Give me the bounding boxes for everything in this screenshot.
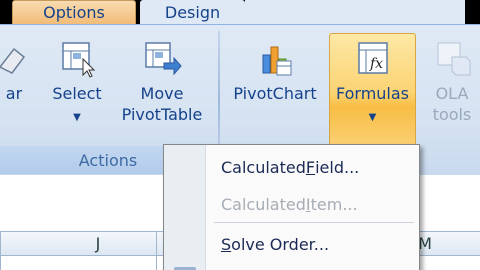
eraser-icon bbox=[0, 39, 34, 79]
move-pivottable-label-line2: PivotTable bbox=[121, 105, 203, 124]
olap-tools-label-line1: OLA bbox=[435, 84, 469, 103]
svg-text:fx: fx bbox=[369, 56, 383, 72]
chevron-down-icon: ▼ bbox=[368, 112, 377, 123]
column-divider bbox=[0, 231, 1, 270]
column-divider bbox=[156, 231, 157, 270]
olap-cube-icon bbox=[432, 39, 472, 79]
tab-options[interactable]: Options bbox=[12, 0, 136, 24]
menu-item-label: tem... bbox=[310, 194, 358, 214]
move-pivottable-button[interactable]: Move PivotTable bbox=[114, 39, 210, 125]
menu-item-solve-order[interactable]: Solve Order... bbox=[221, 231, 329, 257]
menu-icon-gutter bbox=[164, 145, 206, 270]
menu-separator bbox=[214, 222, 414, 223]
olap-tools-button[interactable]: OLA tools bbox=[420, 39, 480, 125]
select-button[interactable]: Select ▼ bbox=[44, 39, 110, 128]
menu-item-calculated-item[interactable]: Calculated Item... bbox=[221, 191, 358, 217]
menu-item-accelerator: F bbox=[305, 157, 316, 177]
select-table-icon bbox=[57, 39, 97, 79]
formulas-label: Formulas bbox=[335, 84, 410, 103]
formulas-icon: fx bbox=[353, 39, 393, 79]
olap-tools-label-line2: tools bbox=[432, 105, 472, 124]
pivotchart-icon bbox=[255, 39, 295, 79]
move-pivottable-icon bbox=[142, 39, 182, 79]
pivotchart-label: PivotChart bbox=[233, 84, 317, 103]
pivotchart-button[interactable]: PivotChart bbox=[228, 39, 322, 104]
tab-strip-background bbox=[245, 0, 465, 24]
clear-button-partial[interactable]: ar bbox=[0, 39, 34, 104]
select-button-label: Select bbox=[52, 84, 102, 103]
clear-button-label: ar bbox=[5, 84, 23, 103]
menu-item-label: ield... bbox=[315, 157, 360, 177]
column-header-j[interactable]: J bbox=[40, 231, 156, 256]
move-pivottable-label-line1: Move bbox=[140, 84, 184, 103]
menu-item-label: olve Order... bbox=[231, 234, 330, 254]
menu-item-accelerator: S bbox=[221, 234, 232, 254]
formulas-button[interactable]: fx Formulas ▼ bbox=[329, 39, 416, 128]
tab-design[interactable]: Design bbox=[140, 0, 245, 24]
ribbon-tab-strip: Options Design bbox=[0, 0, 480, 24]
formulas-dropdown-menu: Calculated Field... Calculated Item... S… bbox=[163, 144, 420, 270]
menu-item-label: Calculated bbox=[221, 194, 306, 214]
chevron-down-icon: ▼ bbox=[73, 112, 81, 123]
menu-item-label: Calculated bbox=[221, 157, 306, 177]
menu-item-calculated-field[interactable]: Calculated Field... bbox=[221, 154, 359, 180]
